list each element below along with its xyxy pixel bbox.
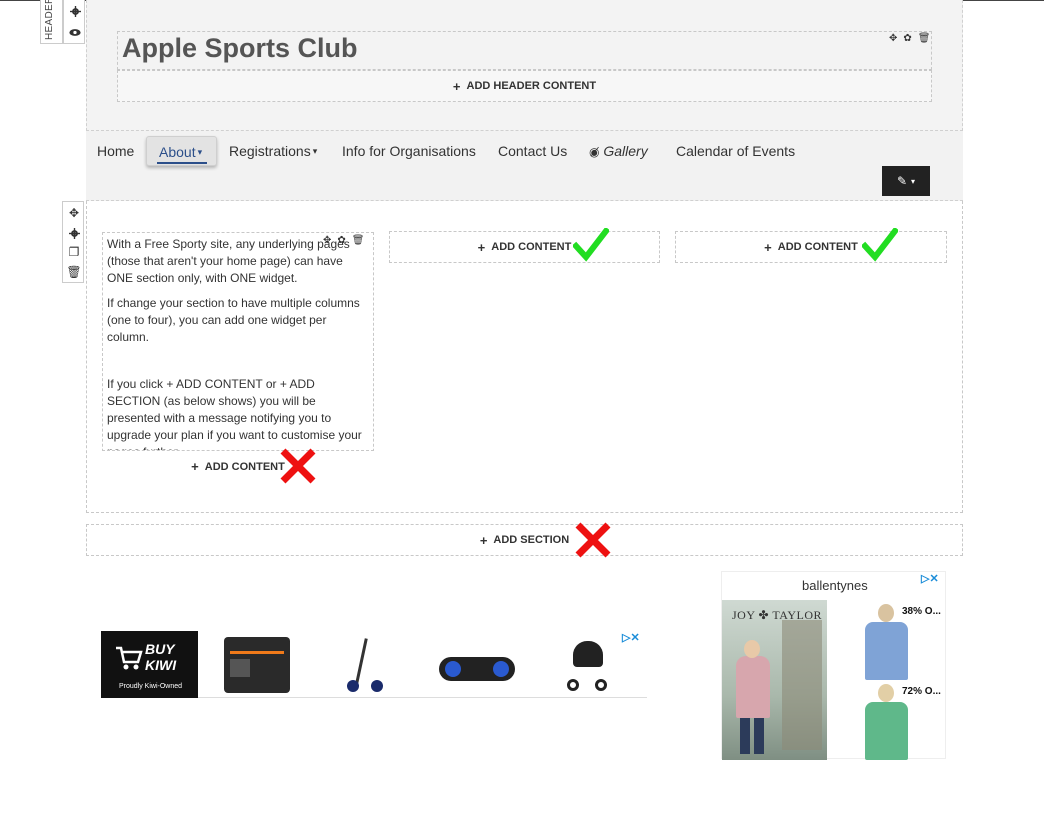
plus-icon: +: [477, 239, 486, 255]
green-check-icon: [573, 228, 609, 262]
side-ad[interactable]: ballentynes ▷✕ JOY ✤ TAYLOR 38% O... 72%…: [721, 571, 946, 760]
caret-down-icon: ▾: [911, 176, 916, 186]
main-nav: Home About ▾ Registrations ▾ Info for Orga…: [86, 131, 963, 201]
adchoices-icon[interactable]: ▷✕: [622, 631, 640, 644]
banner-ad[interactable]: BUY KIWI Proudly Kiwi-Owned ▷✕: [101, 631, 647, 698]
add-content-button-col1[interactable]: + ADD CONTENT: [102, 450, 374, 482]
gear-icon[interactable]: [67, 3, 83, 19]
trash-icon[interactable]: 🗑: [352, 235, 365, 246]
buy-kiwi-logo: BUY KIWI Proudly Kiwi-Owned: [101, 631, 198, 698]
add-content-button-col3[interactable]: + ADD CONTENT: [675, 231, 947, 263]
plus-icon: +: [479, 532, 488, 548]
site-title: Apple Sports Club: [122, 33, 358, 63]
header-tools: [63, 0, 85, 44]
eye-slash-icon: ◉̸: [589, 145, 600, 159]
discount-label: 38% O...: [902, 606, 941, 617]
pencil-icon: ✎: [896, 174, 908, 188]
header-label: HEADER: [44, 0, 55, 40]
section-tools: ✥ ❐ 🗑: [62, 201, 84, 283]
green-check-icon: [862, 228, 898, 262]
header-label-tab: HEADER: [40, 0, 63, 44]
active-underline: [157, 162, 207, 164]
paragraph: If change your section to have multiple …: [107, 296, 360, 344]
move-icon[interactable]: ✥: [323, 235, 331, 246]
gear-icon[interactable]: ✿: [903, 33, 911, 44]
nav-home[interactable]: Home: [97, 143, 134, 159]
hoverboard-image: [439, 637, 515, 691]
plus-icon: +: [764, 239, 772, 255]
column-1-widget-tools: ✥ ✿ 🗑: [323, 235, 364, 246]
adchoices-icon[interactable]: ▷✕: [921, 572, 939, 585]
copy-icon[interactable]: ❐: [66, 244, 82, 260]
trash-icon[interactable]: 🗑: [66, 264, 82, 280]
plus-icon: +: [452, 78, 461, 94]
ad-brand: ballentynes: [802, 578, 868, 593]
paragraph: If you click + ADD CONTENT or + ADD SECT…: [107, 377, 362, 459]
scooter-image: [345, 636, 385, 694]
edit-button[interactable]: ✎ ▾: [882, 166, 930, 196]
move-icon[interactable]: ✥: [66, 205, 82, 221]
nav-registrations[interactable]: Registrations ▾: [229, 143, 317, 159]
trash-icon[interactable]: 🗑: [918, 33, 931, 44]
discount-label: 72% O...: [902, 686, 941, 697]
red-cross-icon: [575, 522, 611, 558]
cart-icon: [116, 646, 143, 670]
plus-icon: +: [191, 459, 199, 474]
stroller-image: [563, 637, 613, 693]
title-widget-tools: ✥ ✿ 🗑: [889, 33, 930, 44]
nav-gallery[interactable]: ◉̸ Gallery: [589, 143, 648, 159]
column-1-text: With a Free Sporty site, any underlying …: [107, 236, 369, 469]
power-station-image: [224, 637, 290, 693]
add-section-button[interactable]: + ADD SECTION: [86, 524, 963, 556]
gear-icon[interactable]: ✿: [337, 235, 345, 246]
ad-photo: JOY ✤ TAYLOR: [722, 600, 827, 760]
nav-calendar[interactable]: Calendar of Events: [676, 143, 795, 159]
nav-about-label: About ▾: [159, 144, 203, 160]
add-header-label: ADD HEADER CONTENT: [466, 80, 597, 92]
eye-icon[interactable]: [67, 24, 83, 40]
move-icon[interactable]: ✥: [889, 33, 897, 44]
add-content-button-col2[interactable]: + ADD CONTENT: [389, 231, 660, 263]
gear-icon[interactable]: [66, 225, 82, 241]
nav-info-organisations[interactable]: Info for Organisations: [342, 143, 476, 159]
nav-about[interactable]: About ▾: [146, 136, 217, 166]
nav-contact-us[interactable]: Contact Us: [498, 143, 567, 159]
red-cross-icon: [280, 448, 316, 484]
add-header-content-button[interactable]: + ADD HEADER CONTENT: [117, 70, 932, 102]
